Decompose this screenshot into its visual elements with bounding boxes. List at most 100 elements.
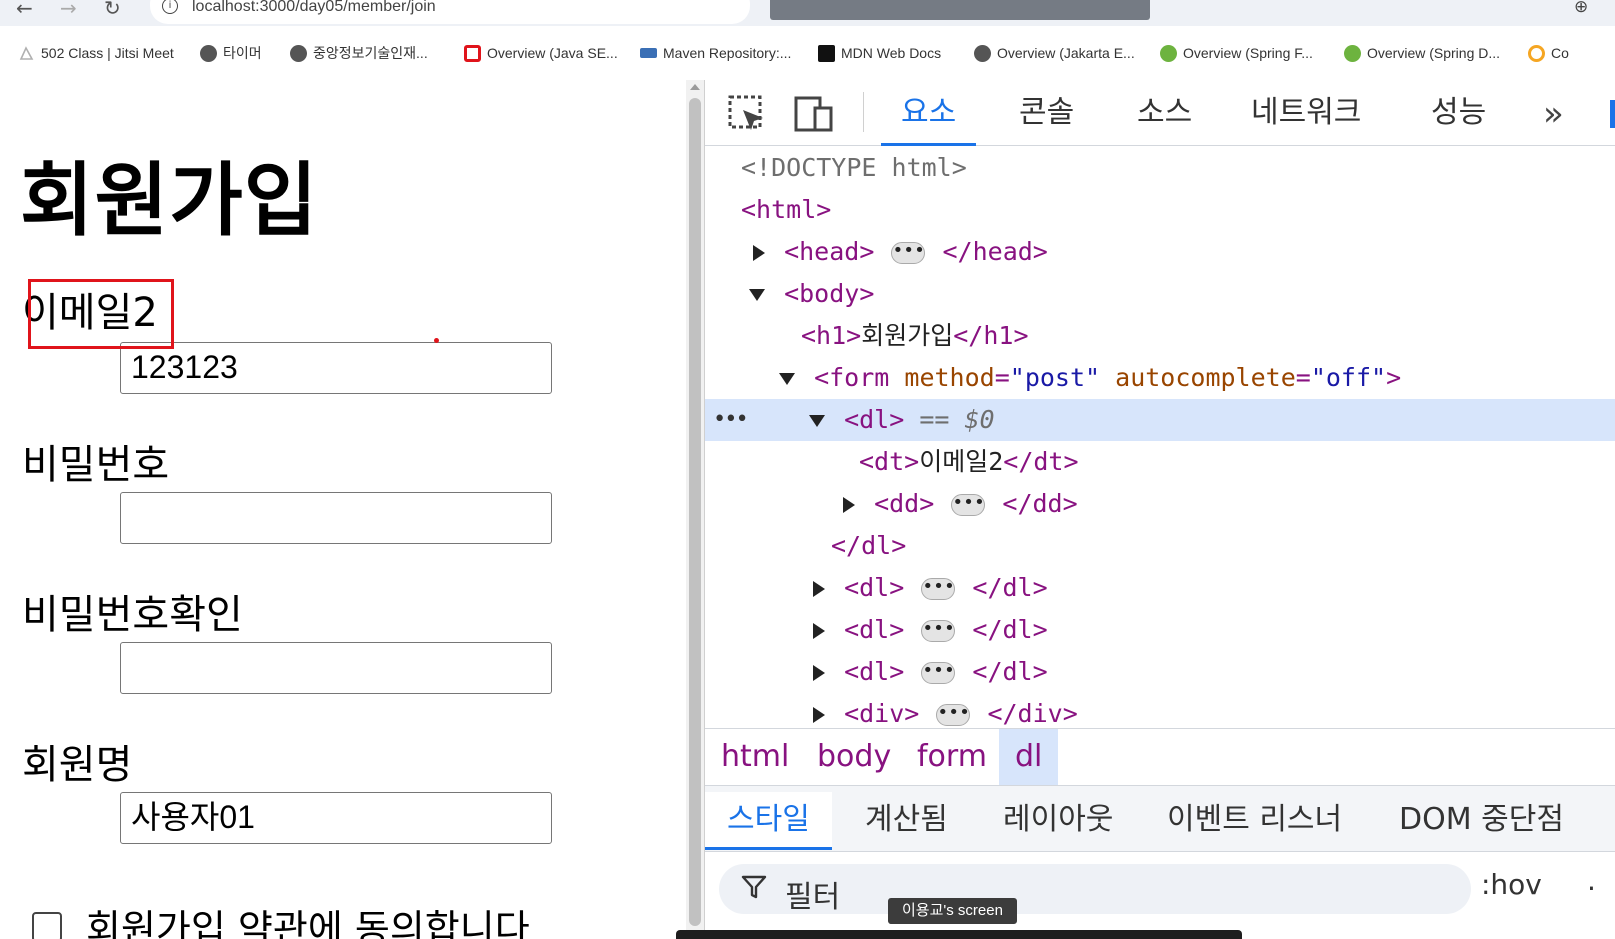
share-taskbar xyxy=(676,930,1242,939)
tab-sources[interactable]: 소스 xyxy=(1117,90,1212,146)
h1-open-tag: <h1> xyxy=(801,321,862,350)
oracle-icon xyxy=(464,44,481,62)
expand-arrow-icon[interactable] xyxy=(813,665,825,681)
dom-node-body[interactable]: <body> xyxy=(705,273,1615,315)
expand-arrow-icon[interactable] xyxy=(813,581,825,597)
bookmark-academy[interactable]: 중앙정보기술인재... xyxy=(290,43,428,63)
dom-node-dl[interactable]: <dl> ••• </dl> xyxy=(705,609,1615,651)
breadcrumb-dl[interactable]: dl xyxy=(999,729,1059,785)
bookmark-jakarta[interactable]: Overview (Jakarta E... xyxy=(974,43,1135,63)
scroll-thumb[interactable] xyxy=(689,98,701,926)
spring-icon xyxy=(1344,44,1361,62)
dl-open-tag: <dl> xyxy=(844,657,905,686)
password-confirm-field[interactable] xyxy=(120,642,552,694)
page-content: 회원가입 이메일2 123123 비밀번호 비밀번호확인 회원명 사용자01 회… xyxy=(0,80,686,939)
back-icon[interactable]: ← xyxy=(16,0,33,20)
agree-checkbox[interactable] xyxy=(32,912,62,939)
collapsed-ellipsis[interactable]: ••• xyxy=(951,494,986,516)
expand-arrow-icon[interactable] xyxy=(753,245,765,261)
collapse-arrow-icon[interactable] xyxy=(809,415,825,427)
collapsed-ellipsis[interactable]: ••• xyxy=(921,620,956,642)
dl-close-tag: </dl> xyxy=(972,615,1048,644)
dom-node-dl-selected[interactable]: ••• <dl> == $0 xyxy=(705,399,1615,441)
dom-node-html[interactable]: <html> xyxy=(705,189,1615,231)
expand-arrow-icon[interactable] xyxy=(813,707,825,723)
collapse-arrow-icon[interactable] xyxy=(749,289,765,301)
styles-filter-input[interactable]: 필터 xyxy=(719,864,1471,915)
screen-share-banner xyxy=(770,0,1150,20)
expand-arrow-icon[interactable] xyxy=(843,497,855,513)
selected-node-marker: == $0 xyxy=(919,405,995,434)
breadcrumb-body[interactable]: body xyxy=(801,729,907,785)
bookmark-mdn[interactable]: MDN Web Docs xyxy=(818,43,941,63)
tab-elements[interactable]: 요소 xyxy=(881,90,977,146)
more-tabs-icon[interactable]: » xyxy=(1543,94,1564,134)
password-confirm-label: 비밀번호확인 xyxy=(22,592,243,638)
tab-performance[interactable]: 성능 xyxy=(1411,90,1506,146)
collapsed-ellipsis[interactable]: ••• xyxy=(921,578,956,600)
device-toolbar-icon[interactable] xyxy=(793,94,833,134)
address-bar[interactable]: i localhost:3000/day05/member/join xyxy=(150,0,750,24)
dom-node-dl[interactable]: <dl> ••• </dl> xyxy=(705,651,1615,693)
html-tag: <html> xyxy=(741,195,832,224)
bookmark-spring-framework[interactable]: Overview (Spring F... xyxy=(1160,43,1313,63)
bookmark-label: 타이머 xyxy=(223,45,262,61)
collapse-arrow-icon[interactable] xyxy=(779,373,795,385)
tab-styles[interactable]: 스타일 xyxy=(705,792,832,850)
co-icon xyxy=(1528,44,1545,62)
bookmark-label: Overview (Java SE... xyxy=(487,45,618,61)
tab-console[interactable]: 콘솔 xyxy=(999,90,1094,146)
breadcrumb-html[interactable]: html xyxy=(705,729,805,785)
dd-close-tag: </dd> xyxy=(1002,489,1078,518)
dom-node-head[interactable]: <head> ••• </head> xyxy=(705,231,1615,273)
collapsed-ellipsis[interactable]: ••• xyxy=(921,662,956,684)
tab-network[interactable]: 네트워크 xyxy=(1231,90,1381,146)
breadcrumb-form[interactable]: form xyxy=(901,729,1003,785)
password-field[interactable] xyxy=(120,492,552,544)
password-label: 비밀번호 xyxy=(22,442,170,488)
bookmark-label: 502 Class | Jitsi Meet xyxy=(41,45,174,61)
bookmark-timer[interactable]: 타이머 xyxy=(200,43,262,63)
email-field[interactable]: 123123 xyxy=(120,342,552,394)
collapsed-ellipsis[interactable]: ••• xyxy=(891,242,926,264)
reload-icon[interactable]: ↻ xyxy=(104,0,121,20)
site-info-icon[interactable]: i xyxy=(162,0,178,14)
form-val-method: "post" xyxy=(1009,363,1101,392)
scroll-up-icon[interactable] xyxy=(690,84,700,90)
dom-node-dt[interactable]: <dt>이메일2</dt> xyxy=(705,441,1615,483)
collapsed-ellipsis[interactable]: ••• xyxy=(936,704,971,726)
highlight-box xyxy=(28,279,174,349)
bookmark-spring-data[interactable]: Overview (Spring D... xyxy=(1344,43,1500,63)
dl-close-tag: </dl> xyxy=(972,573,1048,602)
tab-dom-breakpoints[interactable]: DOM 중단점 xyxy=(1377,792,1586,850)
head-close-tag: </head> xyxy=(942,237,1048,266)
tab-computed[interactable]: 계산됨 xyxy=(843,792,970,850)
page-scrollbar[interactable] xyxy=(686,80,704,939)
expand-arrow-icon[interactable] xyxy=(813,623,825,639)
url-text[interactable]: localhost:3000/day05/member/join xyxy=(192,0,436,16)
tab-event-listeners[interactable]: 이벤트 리스너 xyxy=(1145,792,1364,850)
dom-node-h1[interactable]: <h1>회원가입</h1> xyxy=(705,315,1615,357)
forward-icon[interactable]: → xyxy=(60,0,77,20)
bookmark-jitsi[interactable]: 502 Class | Jitsi Meet xyxy=(18,43,174,63)
dom-node-dl-close[interactable]: </dl> xyxy=(705,525,1615,567)
bookmarks-bar: 502 Class | Jitsi Meet 타이머 중앙정보기술인재... O… xyxy=(0,26,1615,80)
inspect-element-icon[interactable] xyxy=(727,94,767,134)
zoom-icon[interactable]: ⊕ xyxy=(1574,0,1588,17)
bookmark-java-se[interactable]: Overview (Java SE... xyxy=(464,43,618,63)
bookmark-maven[interactable]: Maven Repository:... xyxy=(640,43,791,63)
more-toggle[interactable]: . xyxy=(1587,864,1596,897)
dom-node-dd[interactable]: <dd> ••• </dd> xyxy=(705,483,1615,525)
tab-layout[interactable]: 레이아웃 xyxy=(981,792,1135,850)
dd-open-tag: <dd> xyxy=(874,489,935,518)
hover-state-toggle[interactable]: :hov xyxy=(1481,868,1542,901)
page-title: 회원가입 xyxy=(20,154,319,247)
dom-node-form[interactable]: <form method="post" autocomplete="off"> xyxy=(705,357,1615,399)
mvn-icon xyxy=(640,48,657,58)
filter-icon xyxy=(741,874,767,907)
bookmark-co[interactable]: Co xyxy=(1528,43,1569,63)
node-actions-icon[interactable]: ••• xyxy=(713,399,749,441)
dom-node-dl[interactable]: <dl> ••• </dl> xyxy=(705,567,1615,609)
member-name-field[interactable]: 사용자01 xyxy=(120,792,552,844)
dom-node-doctype[interactable]: <!DOCTYPE html> xyxy=(705,147,1615,189)
